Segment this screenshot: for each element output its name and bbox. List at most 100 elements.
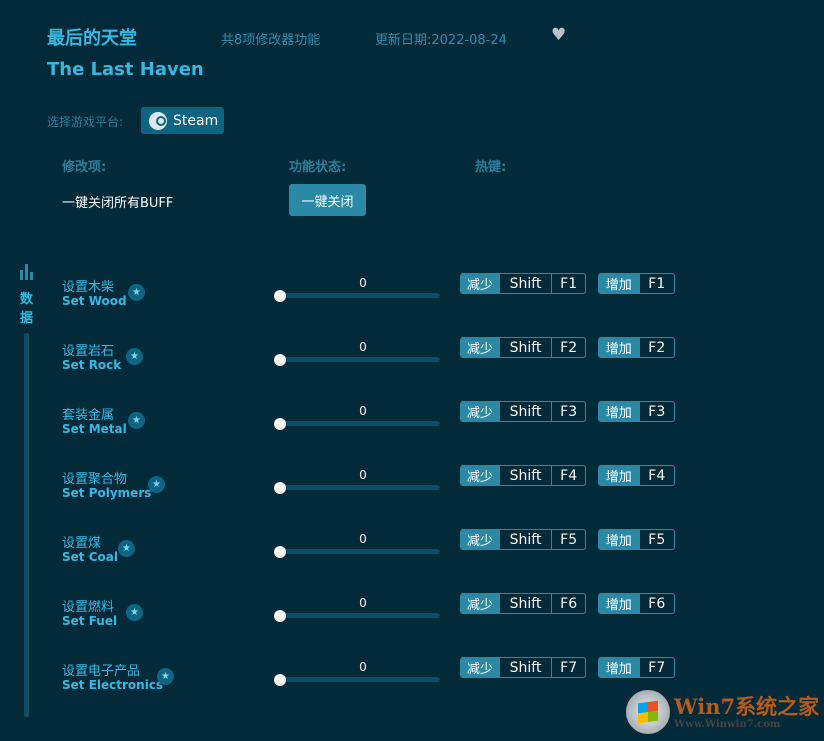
item-name-en: Set Rock [62,358,122,372]
slider-thumb[interactable] [274,546,286,558]
increase-hotkey[interactable]: 增加 F2 [598,337,675,358]
slider-thumb[interactable] [274,418,286,430]
slider-thumb[interactable] [274,674,286,686]
windows-logo-icon [626,690,670,734]
item-name-en: Set Coal [62,550,118,564]
modifier-key: Shift [498,466,552,485]
item-name-cn: 设置燃料 [62,600,115,615]
function-key: F4 [638,466,674,485]
value-slider[interactable] [280,677,440,682]
value-slider[interactable] [280,485,440,490]
star-icon[interactable]: ★ [128,412,145,429]
item-value: 0 [359,468,367,482]
item-value: 0 [359,660,367,674]
slider-thumb[interactable] [274,354,286,366]
function-key: F6 [551,594,585,613]
function-key: F7 [638,658,674,677]
decrease-label: 减少 [461,274,499,293]
feature-count: 共8项修改器功能 [221,33,321,48]
star-icon[interactable]: ★ [148,476,165,493]
value-slider[interactable] [280,357,440,362]
watermark: Win7系统之家 Www.Winwin7.com [626,690,819,734]
decrease-label: 减少 [461,466,499,485]
increase-hotkey[interactable]: 增加 F1 [598,273,675,294]
modifier-key: Shift [498,274,552,293]
column-status: 功能状态: [289,160,347,175]
decrease-label: 减少 [461,530,499,549]
slider-thumb[interactable] [274,610,286,622]
steam-icon [149,111,167,130]
modifier-key: Shift [498,338,552,357]
platform-label: 选择游戏平台: [47,115,124,129]
modifier-key: Shift [498,530,552,549]
value-slider[interactable] [280,549,440,554]
function-key: F7 [551,658,585,677]
column-hotkey: 热键: [475,160,507,175]
game-title-en: The Last Haven [47,59,204,80]
game-title-cn: 最后的天堂 [47,28,137,49]
increase-label: 增加 [599,338,639,357]
decrease-label: 减少 [461,402,499,421]
steam-label: Steam [173,112,219,129]
star-icon[interactable]: ★ [126,604,143,621]
item-name-cn: 设置岩石 [62,344,115,359]
function-key: F3 [551,402,585,421]
table-row: 设置煤 Set Coal ★ 0 减少 Shift F5 增加 F5 [0,520,824,584]
decrease-hotkey[interactable]: 减少 Shift F3 [460,401,586,422]
decrease-label: 减少 [461,338,499,357]
decrease-hotkey[interactable]: 减少 Shift F4 [460,465,586,486]
update-date: 更新日期:2022-08-24 [375,33,507,48]
value-slider[interactable] [280,421,440,426]
item-name-cn: 设置木柴 [62,280,115,295]
item-value: 0 [359,596,367,610]
decrease-hotkey[interactable]: 减少 Shift F6 [460,593,586,614]
item-name-en: Set Wood [62,294,127,308]
increase-label: 增加 [599,530,639,549]
increase-label: 增加 [599,658,639,677]
disable-all-buff-button[interactable]: 一键关闭 [289,184,366,216]
item-value: 0 [359,276,367,290]
increase-hotkey[interactable]: 增加 F3 [598,401,675,422]
decrease-hotkey[interactable]: 减少 Shift F1 [460,273,586,294]
function-key: F3 [638,402,674,421]
decrease-hotkey[interactable]: 减少 Shift F2 [460,337,586,358]
star-icon[interactable]: ★ [118,540,135,557]
increase-label: 增加 [599,594,639,613]
star-icon[interactable]: ★ [128,284,145,301]
value-slider[interactable] [280,293,440,298]
increase-hotkey[interactable]: 增加 F4 [598,465,675,486]
function-key: F4 [551,466,585,485]
increase-hotkey[interactable]: 增加 F5 [598,529,675,550]
function-key: F5 [551,530,585,549]
modifier-key: Shift [498,658,552,677]
buff-label: 一键关闭所有BUFF [62,196,174,211]
item-name-cn: 设置电子产品 [62,664,141,679]
modifier-key: Shift [498,402,552,421]
increase-label: 增加 [599,466,639,485]
function-key: F5 [638,530,674,549]
decrease-hotkey[interactable]: 减少 Shift F5 [460,529,586,550]
decrease-label: 减少 [461,658,499,677]
steam-platform-button[interactable]: Steam [141,107,224,134]
star-icon[interactable]: ★ [126,348,143,365]
increase-label: 增加 [599,274,639,293]
slider-thumb[interactable] [274,482,286,494]
item-value: 0 [359,404,367,418]
table-row: 设置岩石 Set Rock ★ 0 减少 Shift F2 增加 F2 [0,328,824,392]
function-key: F2 [551,338,585,357]
increase-hotkey[interactable]: 增加 F7 [598,657,675,678]
table-row: 设置聚合物 Set Polymers ★ 0 减少 Shift F4 增加 F4 [0,456,824,520]
item-value: 0 [359,340,367,354]
increase-hotkey[interactable]: 增加 F6 [598,593,675,614]
star-icon[interactable]: ★ [157,668,174,685]
slider-thumb[interactable] [274,290,286,302]
item-name-cn: 套装金属 [62,408,115,423]
function-key: F1 [551,274,585,293]
item-value: 0 [359,532,367,546]
heart-icon[interactable]: ♥ [551,25,566,45]
table-row: 套装金属 Set Metal ★ 0 减少 Shift F3 增加 F3 [0,392,824,456]
value-slider[interactable] [280,613,440,618]
decrease-hotkey[interactable]: 减少 Shift F7 [460,657,586,678]
column-item: 修改项: [62,160,107,175]
item-name-en: Set Fuel [62,614,118,628]
